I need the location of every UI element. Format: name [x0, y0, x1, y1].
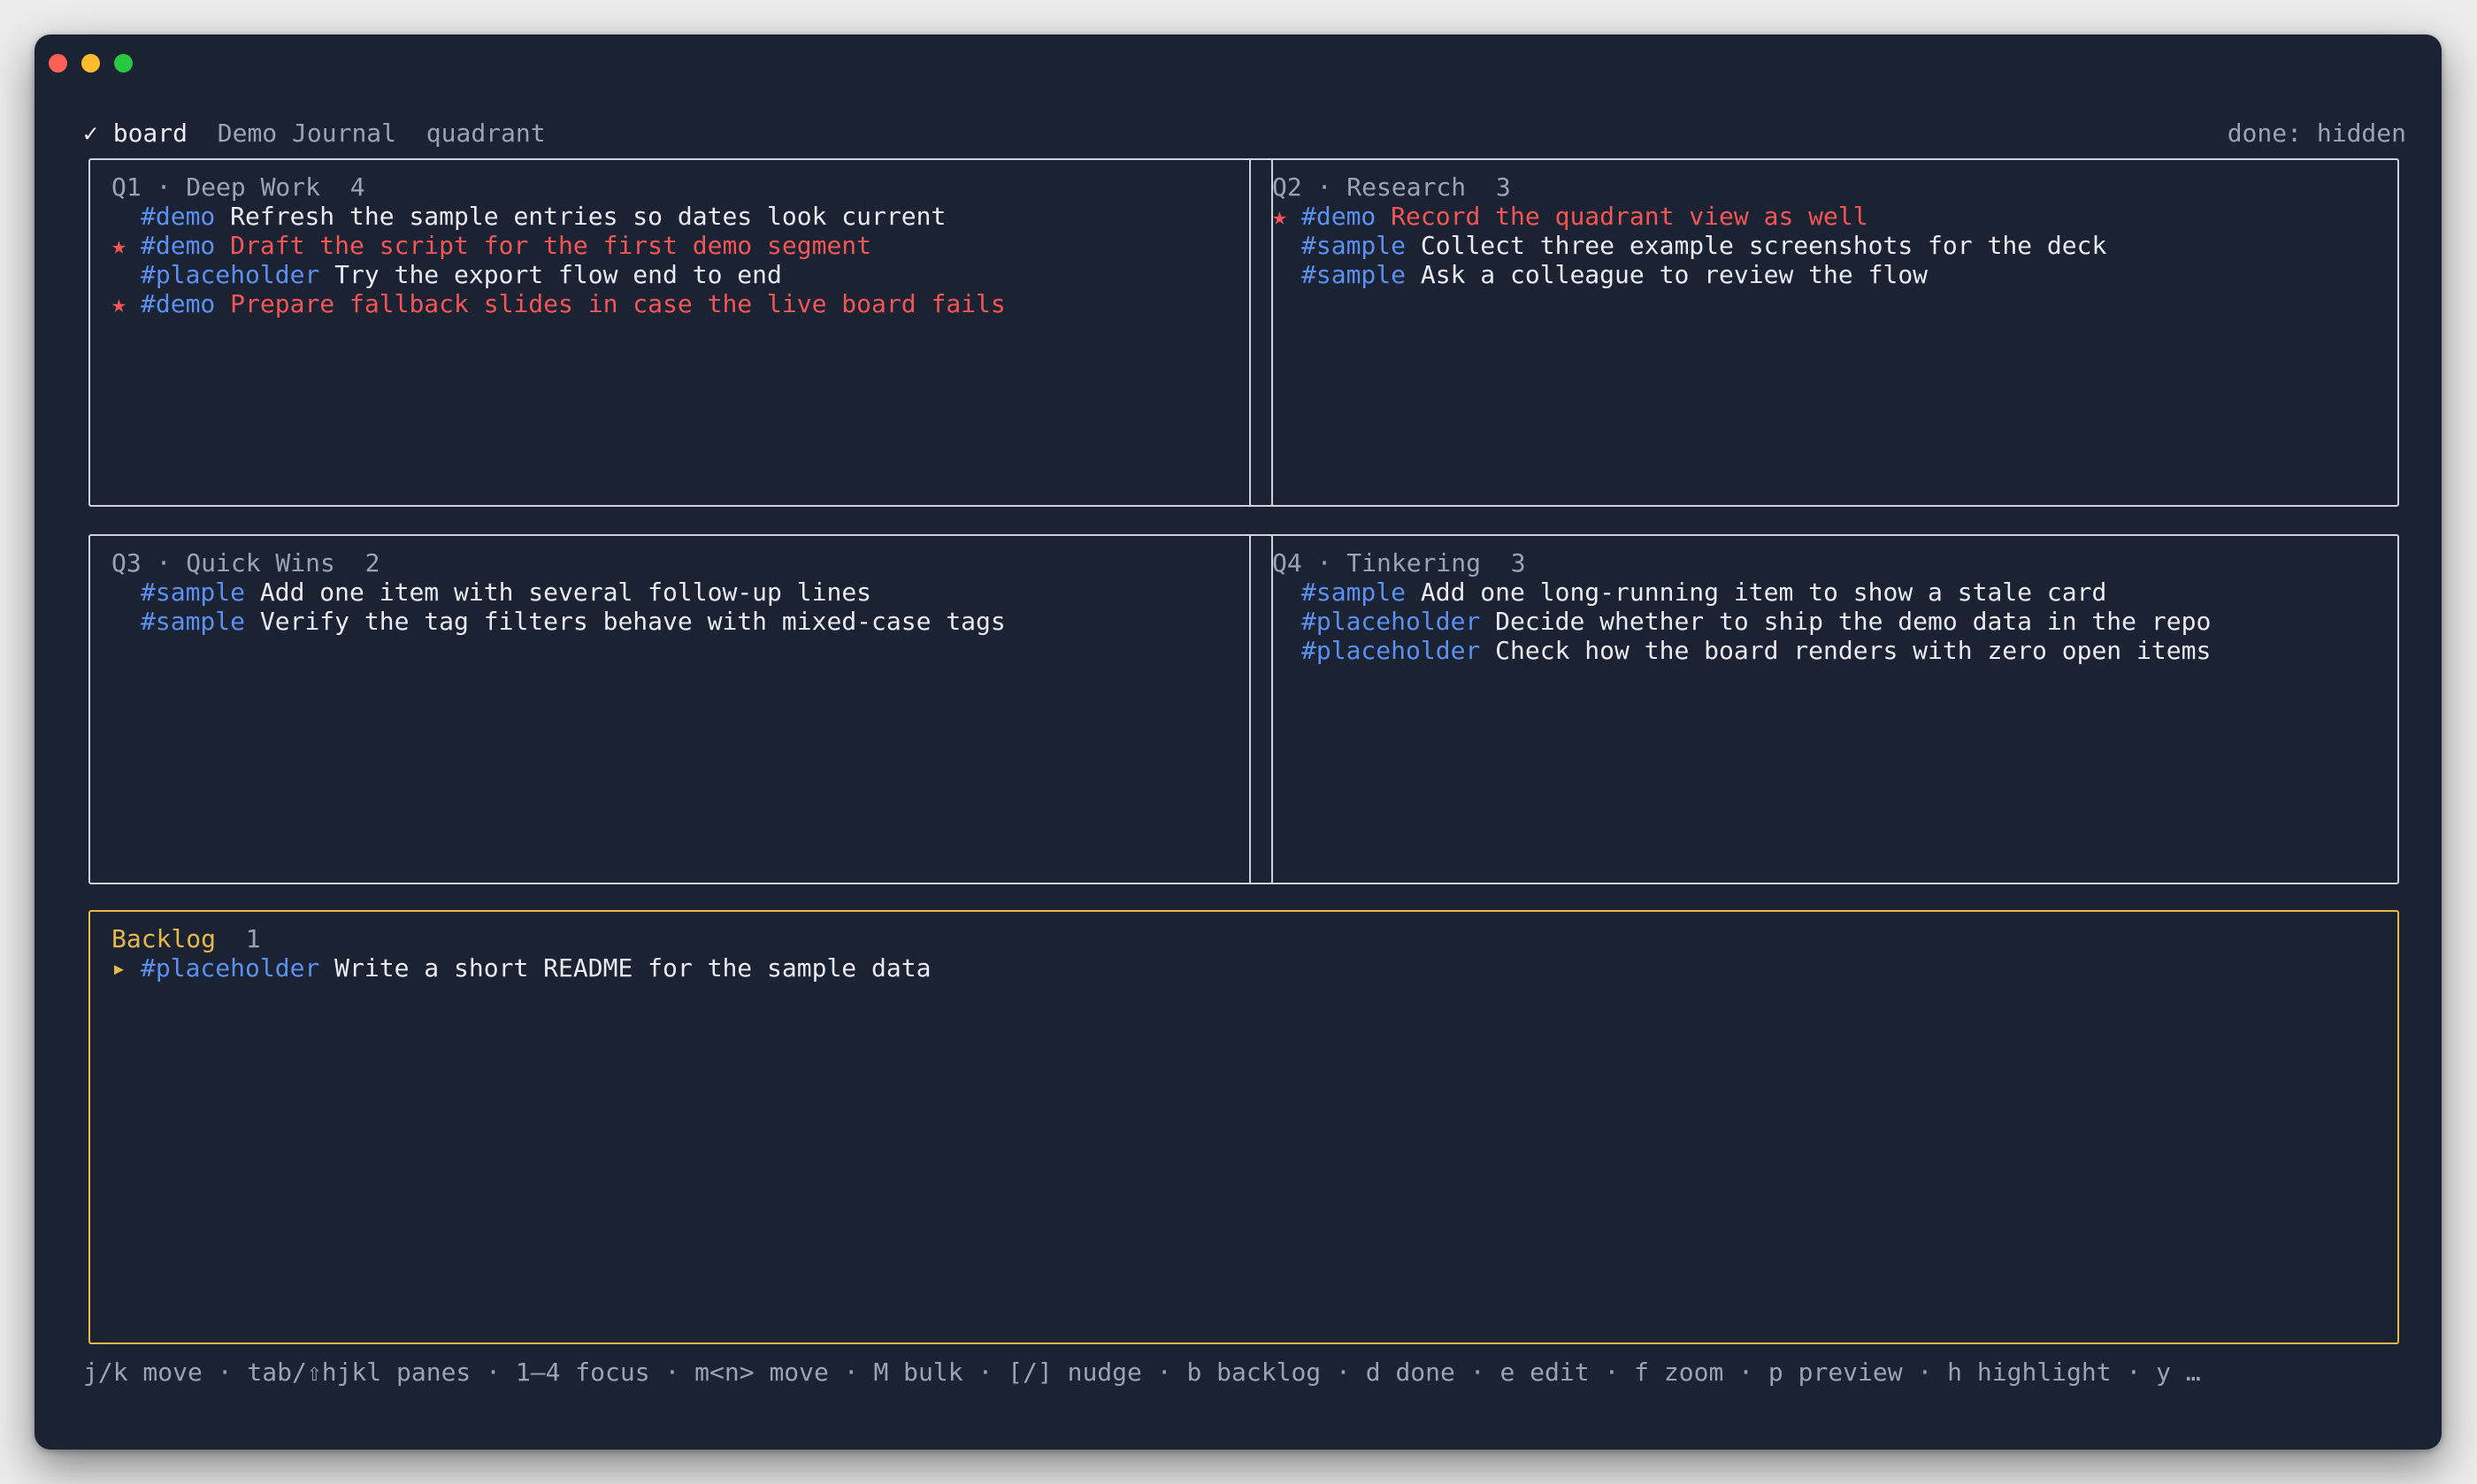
- list-item[interactable]: #sample Add one long-running item to sho…: [1272, 578, 2389, 607]
- star-icon: ★: [111, 289, 127, 318]
- pane-q3[interactable]: Q3 · Quick Wins 2 #sample Add one item w…: [88, 534, 1273, 884]
- pane-q4[interactable]: Q4 · Tinkering 3 #sample Add one long-ru…: [1249, 534, 2399, 884]
- pane-title: Q2 · Research 3: [1272, 172, 1511, 202]
- item-tag[interactable]: #placeholder: [1301, 607, 1480, 636]
- item-tag[interactable]: #placeholder: [1301, 636, 1480, 665]
- item-text: Prepare fallback slides in case the live…: [230, 289, 1006, 318]
- item-text: Collect three example screenshots for th…: [1420, 231, 2107, 260]
- item-tag[interactable]: #demo: [141, 289, 215, 318]
- pane-title: Q4 · Tinkering 3: [1272, 548, 1526, 578]
- item-text: Refresh the sample entries so dates look…: [230, 202, 947, 231]
- pane-title: Backlog 1: [111, 924, 261, 953]
- view-tab-demo-journal[interactable]: Demo Journal: [218, 119, 396, 148]
- list-item[interactable]: ★ #demo Record the quadrant view as well: [1272, 202, 2389, 231]
- pane-title-label: Q3 · Quick Wins: [111, 548, 335, 578]
- pane-count: 2: [364, 548, 380, 578]
- item-text: Check how the board renders with zero op…: [1495, 636, 2212, 665]
- pane-title-label: Q1 · Deep Work: [111, 172, 321, 202]
- item-tag[interactable]: #demo: [141, 202, 215, 231]
- pane-count: 4: [349, 172, 365, 202]
- minimize-window-button[interactable]: [81, 54, 100, 73]
- terminal-window: ✓ board Demo Journal quadrant done: hidde…: [35, 34, 2442, 1450]
- pane-q1[interactable]: Q1 · Deep Work 4 #demo Refresh the sampl…: [88, 158, 1273, 507]
- view-tab-board[interactable]: board: [113, 119, 188, 148]
- item-list: ▸ #placeholder Write a short README for t…: [111, 953, 2389, 983]
- list-item[interactable]: ★ #demo Prepare fallback slides in case t…: [111, 289, 1262, 318]
- list-item[interactable]: ★ #demo Draft the script for the first de…: [111, 231, 1262, 260]
- list-item[interactable]: #placeholder Check how the board renders…: [1272, 636, 2389, 665]
- view-bar: ✓ board Demo Journal quadrant done: hidde…: [83, 116, 2406, 151]
- item-list: #demo Refresh the sample entries so date…: [111, 202, 1262, 318]
- item-text: Ask a colleague to review the flow: [1420, 260, 1929, 289]
- item-text: Verify the tag filters behave with mixed…: [259, 607, 1006, 636]
- item-tag[interactable]: #sample: [1301, 578, 1406, 607]
- list-item[interactable]: #sample Collect three example screenshot…: [1272, 231, 2389, 260]
- view-tab-quadrant[interactable]: quadrant: [426, 119, 546, 148]
- item-tag[interactable]: #placeholder: [141, 260, 319, 289]
- list-item[interactable]: #sample Add one item with several follow…: [111, 578, 1262, 607]
- pane-count: 3: [1495, 172, 1511, 202]
- item-text: Add one item with several follow-up line…: [259, 578, 872, 607]
- list-item[interactable]: #placeholder Decide whether to ship the …: [1272, 607, 2389, 636]
- item-text: Record the quadrant view as well: [1391, 202, 1868, 231]
- pane-q2[interactable]: Q2 · Research 3 ★ #demo Record the quadra…: [1249, 158, 2399, 507]
- list-item[interactable]: #sample Verify the tag filters behave wi…: [111, 607, 1262, 636]
- item-list: #sample Add one item with several follow…: [111, 578, 1262, 636]
- pane-count: 1: [245, 924, 261, 953]
- item-tag[interactable]: #sample: [1301, 260, 1406, 289]
- item-tag[interactable]: #demo: [141, 231, 215, 260]
- item-tag[interactable]: #placeholder: [141, 953, 319, 983]
- pane-title: Q3 · Quick Wins 2: [111, 548, 380, 578]
- list-item[interactable]: #demo Refresh the sample entries so date…: [111, 202, 1262, 231]
- item-text: Try the export flow end to end: [334, 260, 782, 289]
- star-icon: ★: [111, 231, 127, 260]
- item-text: Add one long-running item to show a stal…: [1420, 578, 2107, 607]
- pane-backlog[interactable]: Backlog 1 ▸ #placeholder Write a short RE…: [88, 910, 2399, 1344]
- pane-title-label: Q2 · Research: [1272, 172, 1467, 202]
- item-list: ★ #demo Record the quadrant view as well #…: [1272, 202, 2389, 289]
- item-text: Write a short README for the sample data: [334, 953, 932, 983]
- item-text: Decide whether to ship the demo data in …: [1495, 607, 2212, 636]
- list-item[interactable]: #placeholder Try the export flow end to …: [111, 260, 1262, 289]
- close-window-button[interactable]: [49, 54, 67, 73]
- item-tag[interactable]: #sample: [1301, 231, 1406, 260]
- list-item[interactable]: ▸ #placeholder Write a short README for t…: [111, 953, 2389, 983]
- pane-count: 3: [1510, 548, 1526, 578]
- list-item[interactable]: #sample Ask a colleague to review the fl…: [1272, 260, 2389, 289]
- pane-title: Q1 · Deep Work 4: [111, 172, 365, 202]
- item-tag[interactable]: #sample: [141, 607, 245, 636]
- pane-title-label: Backlog: [111, 924, 217, 953]
- zoom-window-button[interactable]: [114, 54, 133, 73]
- done-status[interactable]: done: hidden: [2228, 116, 2406, 151]
- item-tag[interactable]: #demo: [1301, 202, 1376, 231]
- item-tag[interactable]: #sample: [141, 578, 245, 607]
- item-list: #sample Add one long-running item to sho…: [1272, 578, 2389, 665]
- pane-title-label: Q4 · Tinkering: [1272, 548, 1482, 578]
- window-controls: [49, 54, 133, 73]
- check-icon: ✓: [83, 119, 98, 148]
- cursor-icon: ▸: [111, 953, 127, 983]
- item-text: Draft the script for the first demo segm…: [230, 231, 872, 260]
- star-icon: ★: [1272, 202, 1287, 231]
- keybinding-hints: j/k move · tab/⇧hjkl panes · 1–4 focus ·…: [83, 1358, 2201, 1387]
